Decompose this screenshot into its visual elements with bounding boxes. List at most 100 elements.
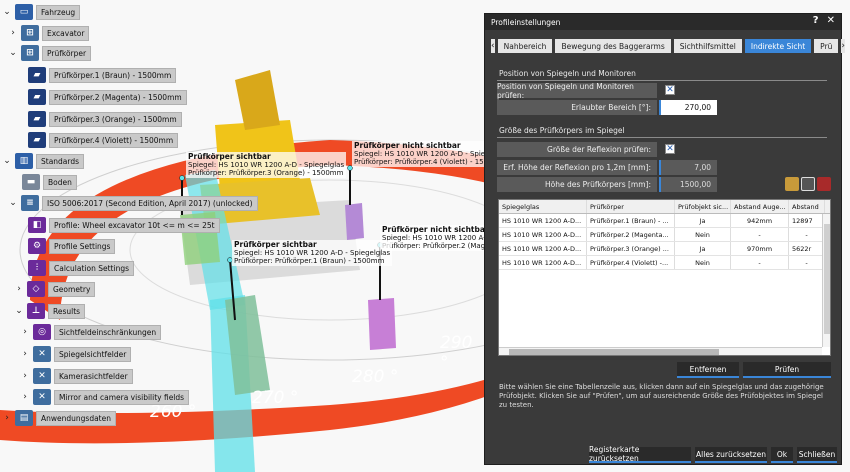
table-cell: HS 1010 WR 1200 A-D... [499, 242, 587, 255]
tree-item-geometry[interactable]: › ◇ Geometry [14, 280, 96, 298]
standards-icon: ▥ [15, 153, 33, 169]
close-icon[interactable]: ✕ [827, 15, 835, 26]
tree-item-label: Excavator [42, 25, 90, 41]
chevron-right-icon[interactable]: › [14, 284, 24, 294]
degree-label: 290 ° [440, 333, 473, 373]
chevron-down-icon[interactable]: ⌄ [8, 198, 18, 208]
table-row[interactable]: HS 1010 WR 1200 A-D... Prüfkörper.3 (Ora… [499, 242, 830, 256]
chevron-right-icon[interactable]: › [2, 413, 12, 423]
table-cell: - [731, 256, 789, 269]
table-cell: - [731, 228, 789, 241]
tree-item-pruefkoerper-1[interactable]: ▰ Prüfkörper.1 (Braun) - 1500mm [28, 66, 177, 84]
remove-button[interactable]: Entfernen [677, 362, 739, 378]
tree-item-profile[interactable]: ◧ Profile: Wheel excavator 10t <= m <= 2… [28, 216, 220, 234]
column-header[interactable]: Prüfobjekt sic... [675, 200, 731, 213]
instruction-text: Bitte wählen Sie eine Tabellenzeile aus,… [499, 383, 824, 409]
dialog-titlebar[interactable]: Profileinstellungen ? ✕ [485, 14, 841, 30]
ground-icon: ▬ [22, 174, 40, 190]
test-body-icon: ▰ [28, 67, 46, 83]
chevron-down-icon[interactable]: ⌄ [8, 48, 18, 58]
tree-item-pruefkoerper[interactable]: ⌄ ⊞ Prüfkörper [8, 44, 92, 62]
tree-item-sichtfeldeinschraenkungen[interactable]: › ◎ Sichtfeldeinschränkungen [20, 323, 162, 341]
reset-all-button[interactable]: Alles zurücksetzen [695, 447, 767, 463]
tree-item-fahrzeug[interactable]: ⌄ ▭ Fahrzeug [2, 3, 81, 21]
camera-field-icon: ✕ [33, 368, 51, 384]
table-cell: HS 1010 WR 1200 A-D... [499, 214, 587, 227]
check-position-checkbox[interactable]: ✕ [665, 85, 675, 95]
calculation-settings-icon: ⫶ [28, 260, 46, 276]
column-header[interactable]: Abstand Auge... [731, 200, 789, 213]
table-cell: Prüfkörper.2 (Magenta... [587, 228, 675, 241]
section-title-position: Position von Spiegeln und Monitoren [499, 69, 636, 78]
tree-item-pruefkoerper-4[interactable]: ▰ Prüfkörper.4 (Violett) - 1500mm [28, 131, 179, 149]
mirror-camera-field-icon: ✕ [33, 389, 51, 405]
column-header[interactable]: Prüfkörper [587, 200, 675, 213]
tree-item-spiegelsichtfelder[interactable]: › ✕ Spiegelsichtfelder [20, 345, 132, 363]
chevron-down-icon[interactable]: ⌄ [14, 306, 24, 316]
check-position-label: Position von Spiegeln und Monitoren prüf… [497, 82, 657, 100]
result-table: Spiegelglas Prüfkörper Prüfobjekt sic...… [498, 199, 831, 356]
tab-scroll-left-icon[interactable]: ‹ [491, 39, 495, 53]
chevron-right-icon[interactable]: › [20, 349, 30, 359]
column-header[interactable]: Abstand [789, 200, 825, 213]
tab-scroll-right-icon[interactable]: › [841, 39, 846, 53]
chevron-down-icon[interactable]: ⌄ [2, 156, 12, 166]
tab-indirekte-sicht[interactable]: Indirekte Sicht [744, 39, 812, 53]
allowed-range-input[interactable]: 270,00 [659, 100, 717, 115]
tree-item-kamerasichtfelder[interactable]: › ✕ Kamerasichtfelder [20, 367, 133, 385]
chevron-right-icon[interactable]: › [20, 371, 30, 381]
help-icon[interactable]: ? [813, 15, 819, 26]
grid-tool-icon[interactable] [801, 177, 815, 191]
horizontal-scrollbar[interactable] [499, 347, 822, 355]
body-height-label: Höhe des Prüfkörpers [mm]: [497, 177, 657, 192]
tree-item-label: Boden [43, 174, 77, 190]
mirror-field-icon: ✕ [33, 346, 51, 362]
tree-item-label: Prüfkörper.1 (Braun) - 1500mm [49, 67, 177, 83]
tree-item-label: Profile: Wheel excavator 10t <= m <= 25t [49, 217, 220, 233]
vertical-scrollbar[interactable] [822, 214, 830, 347]
required-height-input[interactable]: 7,00 [659, 160, 717, 175]
tree-item-iso[interactable]: ⌄ ≡ ISO 5006:2017 (Second Edition, April… [8, 194, 258, 212]
chevron-down-icon[interactable]: ⌄ [2, 7, 12, 17]
measure-tool-icon[interactable] [817, 177, 831, 191]
tree-item-excavator[interactable]: › ⊞ Excavator [8, 24, 90, 42]
mirror-tool-icon[interactable] [785, 177, 799, 191]
table-row[interactable]: HS 1010 WR 1200 A-D... Prüfkörper.1 (Bra… [499, 214, 830, 228]
body-height-input[interactable]: 1500,00 [659, 177, 717, 192]
tab-bar: ‹ Nahbereich Bewegung des Baggerarms Sic… [491, 38, 846, 54]
tree-item-calculation-settings[interactable]: ⫶ Calculation Settings [28, 259, 134, 277]
tree-item-label: Profile Settings [49, 238, 116, 254]
required-height-label: Erf. Höhe der Reflexion pro 1,2m [mm]: [497, 160, 657, 175]
tree-item-pruefkoerper-2[interactable]: ▰ Prüfkörper.2 (Magenta) - 1500mm [28, 88, 187, 106]
tab-bewegung-baggerarm[interactable]: Bewegung des Baggerarms [555, 39, 671, 53]
tab-nahbereich[interactable]: Nahbereich [497, 39, 553, 53]
tree-item-profile-settings[interactable]: ⚙ Profile Settings [28, 237, 116, 255]
tree-item-boden[interactable]: ▬ Boden [22, 173, 77, 191]
tree-item-label: Spiegelsichtfelder [54, 346, 132, 362]
profile-settings-icon: ⚙ [28, 238, 46, 254]
tree-item-pruefkoerper-3[interactable]: ▰ Prüfkörper.3 (Orange) - 1500mm [28, 110, 182, 128]
chevron-right-icon[interactable]: › [20, 327, 30, 337]
tree-item-anwendungsdaten[interactable]: › ▤ Anwendungsdaten [2, 409, 116, 427]
table-cell: 942mm [731, 214, 789, 227]
table-cell: Nein [675, 256, 731, 269]
tab-pruef[interactable]: Prü [814, 39, 839, 53]
tree-item-mirror-camera-fields[interactable]: › ✕ Mirror and camera visibility fields [20, 388, 190, 406]
tree-item-standards[interactable]: ⌄ ▥ Standards [2, 152, 85, 170]
tree-item-label: Prüfkörper.2 (Magenta) - 1500mm [49, 89, 187, 105]
check-button[interactable]: Prüfen [743, 362, 831, 378]
tab-sichthilfsmittel[interactable]: Sichthilfsmittel [673, 39, 742, 53]
tree-item-label: Geometry [48, 281, 96, 297]
close-button[interactable]: Schließen [797, 447, 837, 463]
geometry-icon: ◇ [27, 281, 45, 297]
tree-item-results[interactable]: ⌄ ⊥ Results [14, 302, 86, 320]
table-row[interactable]: HS 1010 WR 1200 A-D... Prüfkörper.4 (Vio… [499, 256, 830, 270]
ok-button[interactable]: Ok [771, 447, 793, 463]
column-header[interactable]: Spiegelglas [499, 200, 587, 213]
vehicle-icon: ▭ [15, 4, 33, 20]
chevron-right-icon[interactable]: › [20, 392, 30, 402]
check-reflection-checkbox[interactable]: ✕ [665, 144, 675, 154]
reset-tab-button[interactable]: Registerkarte zurücksetzen [589, 445, 691, 463]
chevron-right-icon[interactable]: › [8, 28, 18, 38]
table-row[interactable]: HS 1010 WR 1200 A-D... Prüfkörper.2 (Mag… [499, 228, 830, 242]
